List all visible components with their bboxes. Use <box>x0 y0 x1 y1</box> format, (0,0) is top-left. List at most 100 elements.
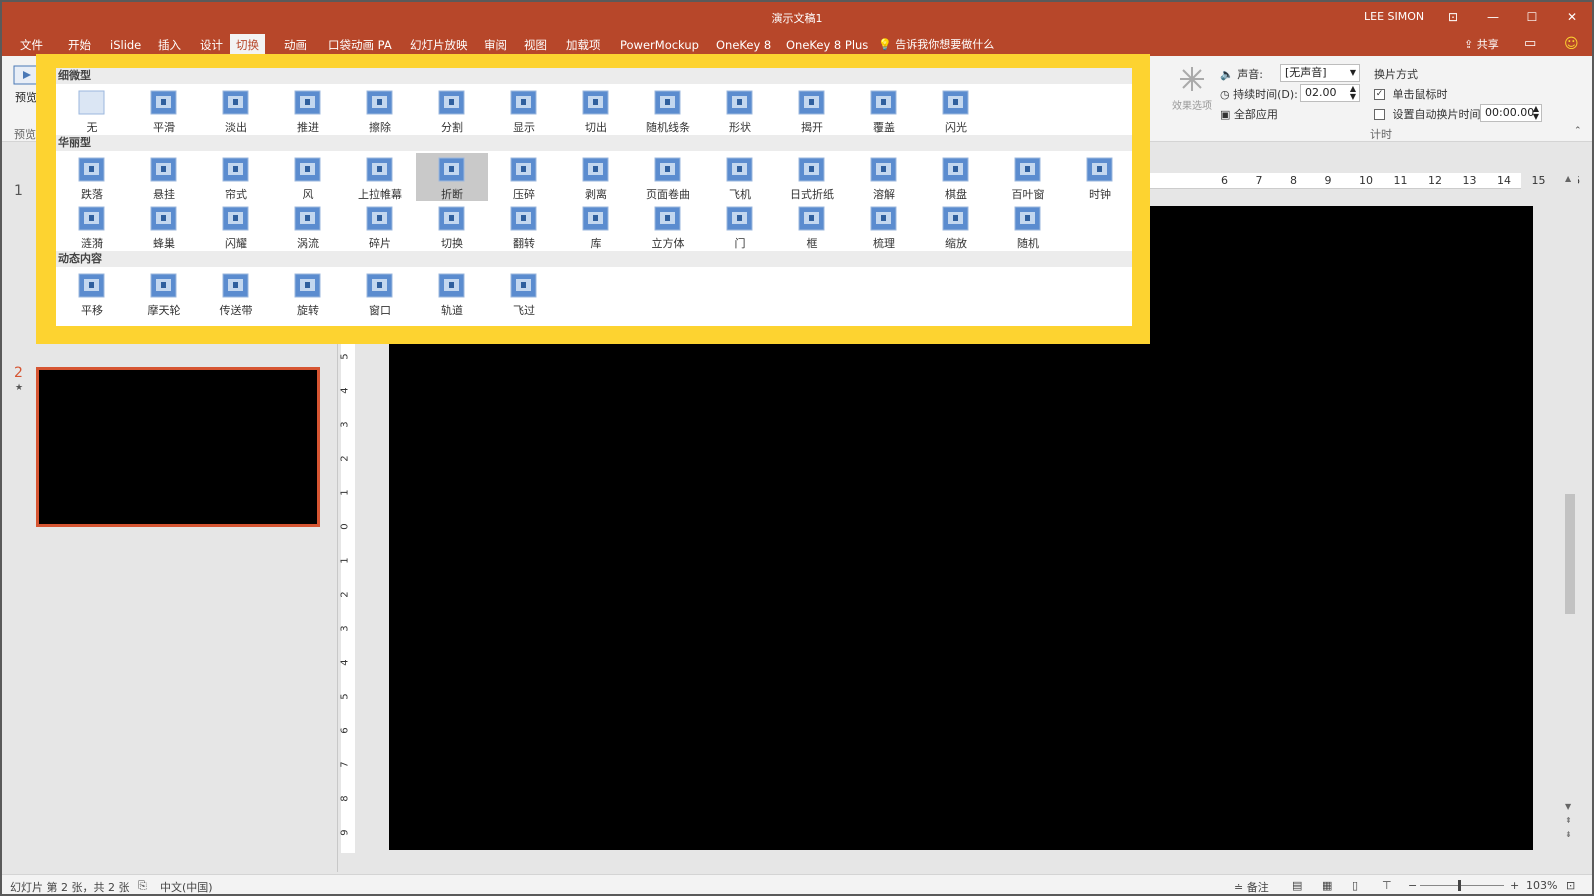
transition-option[interactable]: 翻转 <box>488 202 560 250</box>
transition-option[interactable]: 梳理 <box>848 202 920 250</box>
transition-option[interactable]: 跌落 <box>56 153 128 201</box>
transition-option[interactable]: 棋盘 <box>920 153 992 201</box>
transition-option[interactable]: 风 <box>272 153 344 201</box>
tab-5[interactable]: 切换 <box>230 34 265 56</box>
previous-slide-icon[interactable]: ⇞ <box>1565 816 1572 825</box>
tab-6[interactable]: 动画 <box>284 34 307 56</box>
effect-options-button[interactable]: 效果选项 <box>1170 64 1214 112</box>
transition-option[interactable]: 门 <box>704 202 776 250</box>
transition-option[interactable]: 库 <box>560 202 632 250</box>
tab-7[interactable]: 口袋动画 PA <box>328 34 392 56</box>
tab-3[interactable]: 插入 <box>158 34 181 56</box>
transition-option[interactable]: 闪耀 <box>200 202 272 250</box>
collapse-ribbon-icon[interactable]: ⌃ <box>1574 126 1582 136</box>
scrollbar-thumb[interactable] <box>1565 494 1575 614</box>
transition-option[interactable]: 缩放 <box>920 202 992 250</box>
transition-option[interactable]: 碎片 <box>344 202 416 250</box>
tab-1[interactable]: 开始 <box>68 34 91 56</box>
tell-me-search[interactable]: 💡 告诉我你想要做什么 <box>878 34 994 56</box>
transition-option[interactable]: 平移 <box>56 269 128 317</box>
transition-option[interactable]: 擦除 <box>344 86 416 134</box>
ribbon-display-icon[interactable]: ⊡ <box>1442 6 1464 28</box>
transition-option[interactable]: 涡流 <box>272 202 344 250</box>
transition-option[interactable]: 轨道 <box>416 269 488 317</box>
transition-option[interactable]: 摩天轮 <box>128 269 200 317</box>
normal-view-icon[interactable]: ▤ <box>1292 879 1302 892</box>
transition-option[interactable]: 百叶窗 <box>992 153 1064 201</box>
transition-option[interactable]: 剥离 <box>560 153 632 201</box>
transition-option[interactable]: 形状 <box>704 86 776 134</box>
after-option[interactable]: 设置自动换片时间: <box>1374 106 1484 122</box>
tab-9[interactable]: 审阅 <box>484 34 507 56</box>
zoom-slider[interactable] <box>1420 885 1504 886</box>
user-name[interactable]: LEE SIMON <box>1364 10 1424 23</box>
tab-0[interactable]: 文件 <box>20 34 43 56</box>
zoom-in-button[interactable]: + <box>1510 879 1519 892</box>
transition-option[interactable]: 悬挂 <box>128 153 200 201</box>
on-click-option[interactable]: ✓ 单击鼠标时 <box>1374 86 1448 102</box>
tab-11[interactable]: 加载项 <box>566 34 601 56</box>
maximize-button[interactable]: ☐ <box>1521 6 1543 28</box>
spinner-icon[interactable]: ▲ ▼ <box>1533 105 1539 121</box>
transition-option[interactable]: 飞机 <box>704 153 776 201</box>
transition-option[interactable]: 随机线条 <box>632 86 704 134</box>
transition-option[interactable]: 立方体 <box>632 202 704 250</box>
slide-sorter-icon[interactable]: ▦ <box>1322 879 1332 892</box>
transition-option[interactable]: 飞过 <box>488 269 560 317</box>
transition-option[interactable]: 分割 <box>416 86 488 134</box>
tab-8[interactable]: 幻灯片放映 <box>410 34 468 56</box>
slideshow-view-icon[interactable]: ⊤ <box>1382 879 1392 892</box>
transition-option[interactable]: 闪光 <box>920 86 992 134</box>
notes-button[interactable]: ≐ 备注 <box>1234 879 1269 894</box>
transition-option[interactable]: 时钟 <box>1064 153 1136 201</box>
transition-option[interactable]: 平滑 <box>128 86 200 134</box>
close-button[interactable]: ✕ <box>1561 6 1583 28</box>
transition-option[interactable]: 揭开 <box>776 86 848 134</box>
after-checkbox[interactable] <box>1374 108 1385 120</box>
transition-option[interactable]: 蜂巢 <box>128 202 200 250</box>
transition-option[interactable]: 涟漪 <box>56 202 128 250</box>
tab-2[interactable]: iSlide <box>110 34 141 56</box>
minimize-button[interactable]: — <box>1482 6 1504 28</box>
transition-option[interactable]: 日式折纸 <box>776 153 848 201</box>
transition-option[interactable]: 上拉帷幕 <box>344 153 416 201</box>
tab-13[interactable]: OneKey 8 <box>716 34 771 56</box>
transition-option[interactable]: 传送带 <box>200 269 272 317</box>
next-slide-icon[interactable]: ⇟ <box>1565 830 1572 839</box>
vertical-scrollbar[interactable]: ▲ ▼ ⇞ ⇟ <box>1562 174 1578 864</box>
tab-14[interactable]: OneKey 8 Plus <box>786 34 868 56</box>
transition-option[interactable]: 淡出 <box>200 86 272 134</box>
transition-option[interactable]: 显示 <box>488 86 560 134</box>
transition-option[interactable]: 帘式 <box>200 153 272 201</box>
tab-10[interactable]: 视图 <box>524 34 547 56</box>
transition-option[interactable]: 压碎 <box>488 153 560 201</box>
zoom-slider-thumb[interactable] <box>1458 880 1461 891</box>
share-button[interactable]: ⇪ 共享 <box>1464 34 1499 56</box>
transition-option[interactable]: 旋转 <box>272 269 344 317</box>
sound-select[interactable]: [无声音] ▼ <box>1280 64 1360 82</box>
reading-view-icon[interactable]: ▯ <box>1352 879 1358 892</box>
smiley-icon[interactable]: ☺ <box>1564 36 1579 52</box>
apply-all-button[interactable]: ▣ 全部应用 <box>1220 106 1278 122</box>
spell-check-icon[interactable]: ⎘ <box>138 879 147 893</box>
transition-option[interactable]: 无 <box>56 86 128 134</box>
on-click-checkbox[interactable]: ✓ <box>1374 88 1385 100</box>
tab-4[interactable]: 设计 <box>200 34 223 56</box>
scroll-down-icon[interactable]: ▼ <box>1565 802 1571 811</box>
zoom-out-button[interactable]: − <box>1408 879 1417 892</box>
transition-option[interactable]: 溶解 <box>848 153 920 201</box>
transition-option[interactable]: 折断 <box>416 153 488 201</box>
transition-option[interactable]: 推进 <box>272 86 344 134</box>
transition-option[interactable]: 随机 <box>992 202 1064 250</box>
tab-12[interactable]: PowerMockup <box>620 34 699 56</box>
transition-option[interactable]: 页面卷曲 <box>632 153 704 201</box>
after-time-input[interactable]: 00:00.00 ▲ ▼ <box>1480 104 1542 122</box>
spinner-icon[interactable]: ▲ ▼ <box>1350 85 1356 101</box>
duration-input[interactable]: 02.00 ▲ ▼ <box>1300 84 1360 102</box>
transition-option[interactable]: 框 <box>776 202 848 250</box>
fit-to-window-icon[interactable]: ⊡ <box>1566 879 1575 892</box>
transition-option[interactable]: 窗口 <box>344 269 416 317</box>
zoom-level[interactable]: 103% <box>1526 879 1557 892</box>
slide-thumbnail-2[interactable] <box>36 367 320 527</box>
language-indicator[interactable]: 中文(中国) <box>160 879 213 894</box>
